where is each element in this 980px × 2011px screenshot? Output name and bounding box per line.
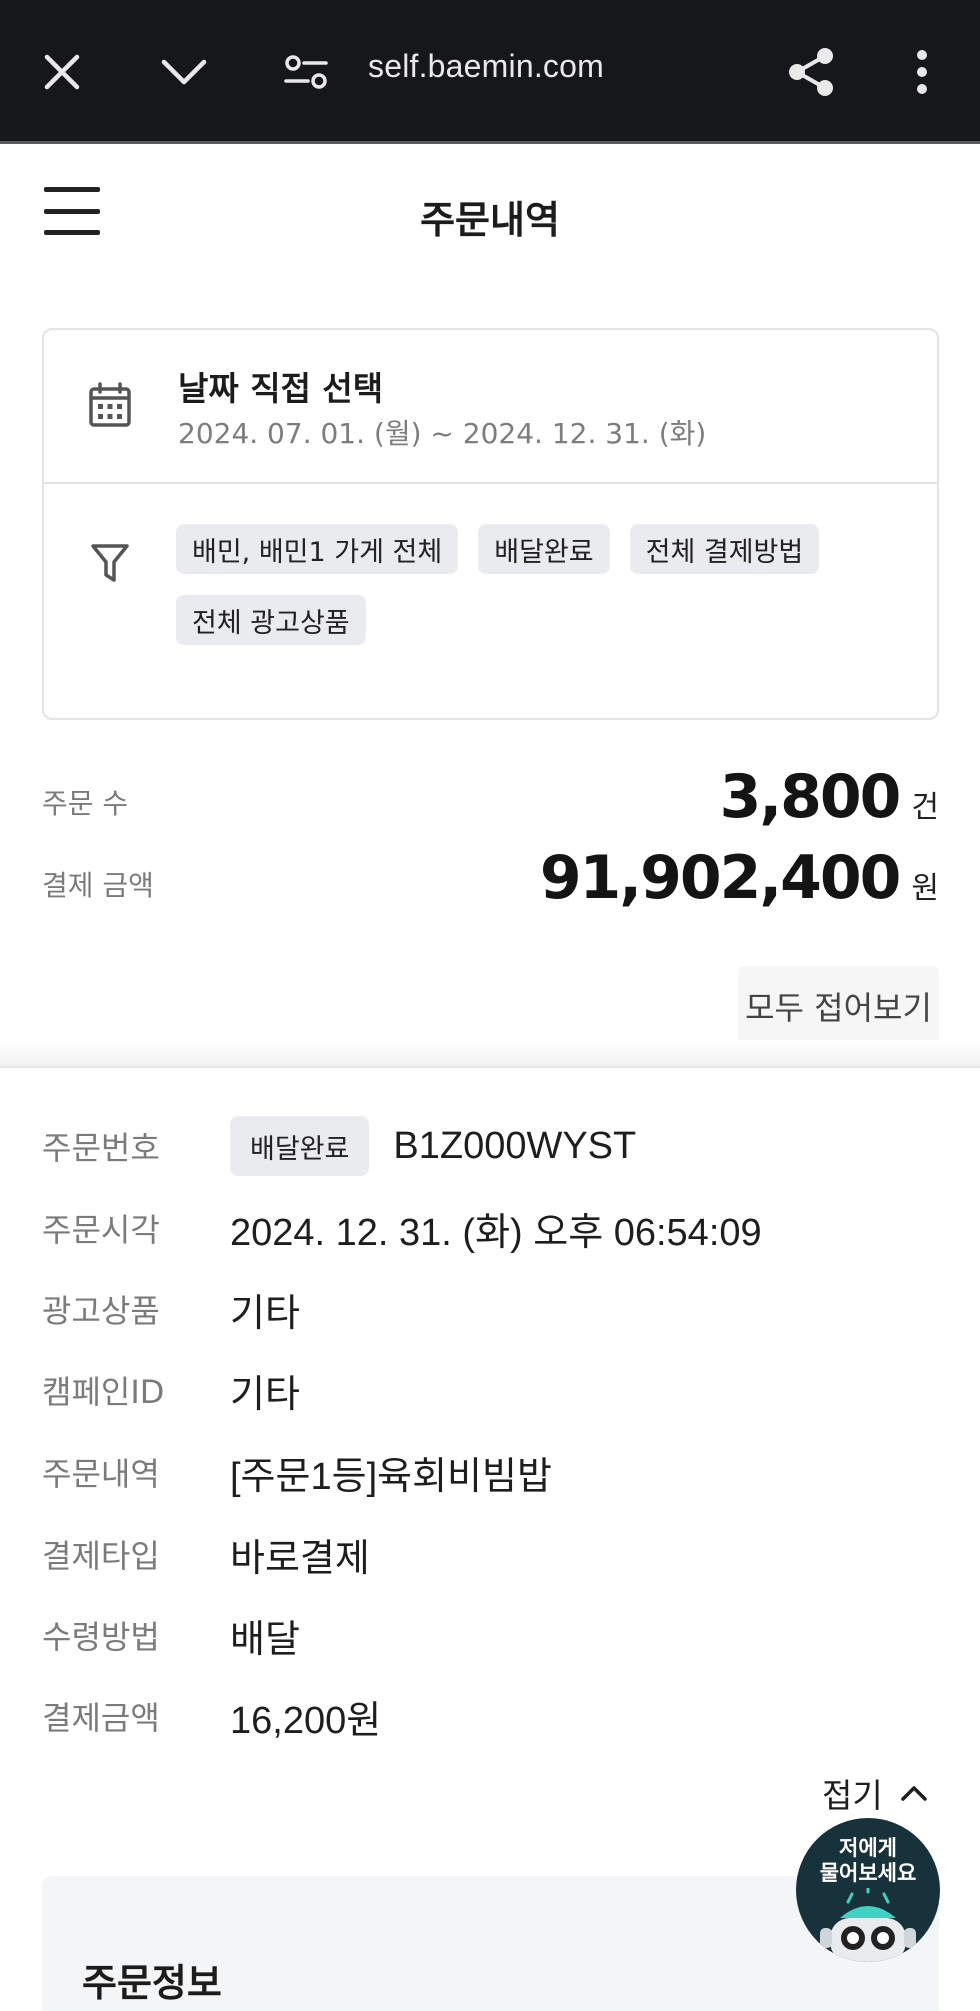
order-details-row: 주문내역 [주문1등]육회비빔밥 (42, 1442, 942, 1502)
date-range: 2024. 07. 01. (월) ~ 2024. 12. 31. (화) (178, 417, 707, 450)
filter-icon (91, 544, 129, 582)
order-time-value: 2024. 12. 31. (화) 오후 06:54:09 (230, 1211, 762, 1254)
calendar-icon (89, 382, 131, 427)
filter-row: 배민, 배민1 가게 전체 배달완료 전체 결제방법 전체 광고상품 (44, 486, 937, 720)
campaign-id-value: 기타 (230, 1373, 300, 1416)
chatbot-button[interactable]: 저에게 물어보세요 (796, 1818, 940, 1962)
receive-method-label: 수령방법 (42, 1618, 160, 1656)
page-title: 주문내역 (420, 198, 560, 242)
robot-mascot-icon (820, 1888, 916, 1962)
date-selector[interactable]: 날짜 직접 선택 2024. 07. 01. (월) ~ 2024. 12. 3… (44, 330, 937, 484)
order-count: 3,800 건 (720, 762, 939, 832)
close-icon[interactable] (32, 42, 92, 102)
payment-total-label: 결제 금액 (42, 869, 154, 902)
browser-toolbar: self.baemin.com (0, 0, 980, 144)
date-selector-title: 날짜 직접 선택 (178, 369, 384, 408)
payment-amount-row: 결제금액 16,200원 (42, 1686, 942, 1746)
order-number-row: 주문번호 배달완료 B1Z000WYST (42, 1116, 942, 1176)
payment-total-unit: 원 (911, 871, 939, 906)
order-time-row: 주문시각 2024. 12. 31. (화) 오후 06:54:09 (42, 1198, 942, 1258)
order-details-label: 주문내역 (42, 1455, 160, 1493)
fold-button[interactable]: 접기 (822, 1769, 929, 1817)
payment-type-value: 바로결제 (230, 1537, 370, 1580)
chatbot-line2: 물어보세요 (819, 1861, 917, 1885)
order-count-unit: 건 (911, 790, 939, 825)
url-text[interactable]: self.baemin.com (368, 48, 604, 85)
chevron-up-icon (900, 1786, 927, 1801)
chip-payment-method-all[interactable]: 전체 결제방법 (629, 524, 820, 574)
order-time-label: 주문시각 (42, 1211, 160, 1249)
campaign-id-label: 캠페인ID (42, 1373, 165, 1411)
chatbot-line1: 저에게 (839, 1836, 897, 1860)
order-count-value: 3,800 (719, 762, 902, 832)
receive-method-value: 배달 (230, 1618, 300, 1661)
share-icon[interactable] (781, 42, 841, 102)
chip-ad-product-all[interactable]: 전체 광고상품 (176, 595, 366, 645)
order-count-label: 주문 수 (42, 787, 129, 820)
payment-total-value: 91,902,400 (539, 843, 902, 913)
order-details-value: [주문1등]육회비빔밥 (230, 1455, 552, 1498)
app-header: 주문내역 (0, 147, 980, 277)
collapse-all-button[interactable]: 모두 접어보기 (738, 966, 939, 1046)
section-divider (0, 1040, 980, 1068)
payment-type-label: 결제타입 (42, 1537, 160, 1575)
status-badge: 배달완료 (230, 1116, 370, 1176)
chevron-down-icon[interactable] (154, 42, 214, 102)
more-vert-icon[interactable] (892, 42, 952, 102)
order-number-value: B1Z000WYST (393, 1124, 637, 1167)
payment-total: 91,902,400 원 (540, 843, 939, 913)
filter-card: 날짜 직접 선택 2024. 07. 01. (월) ~ 2024. 12. 3… (42, 328, 939, 720)
campaign-id-row: 캠페인ID 기타 (42, 1360, 942, 1420)
fold-label: 접기 (822, 1776, 883, 1815)
ad-product-row: 광고상품 기타 (42, 1279, 942, 1339)
ad-product-label: 광고상품 (42, 1292, 160, 1330)
chip-store-all[interactable]: 배민, 배민1 가게 전체 (176, 524, 459, 574)
site-settings-icon[interactable] (276, 42, 336, 102)
payment-amount-label: 결제금액 (42, 1699, 160, 1737)
filter-chips: 배민, 배민1 가게 전체 배달완료 전체 결제방법 전체 광고상품 (176, 524, 916, 645)
payment-amount-value: 16,200원 (230, 1699, 382, 1742)
order-number-label: 주문번호 (42, 1129, 160, 1167)
ad-product-value: 기타 (230, 1292, 300, 1335)
receive-method-row: 수령방법 배달 (42, 1605, 942, 1665)
payment-type-row: 결제타입 바로결제 (42, 1524, 942, 1584)
chip-delivery-complete[interactable]: 배달완료 (478, 524, 610, 574)
order-info-title: 주문정보 (82, 1961, 222, 2005)
